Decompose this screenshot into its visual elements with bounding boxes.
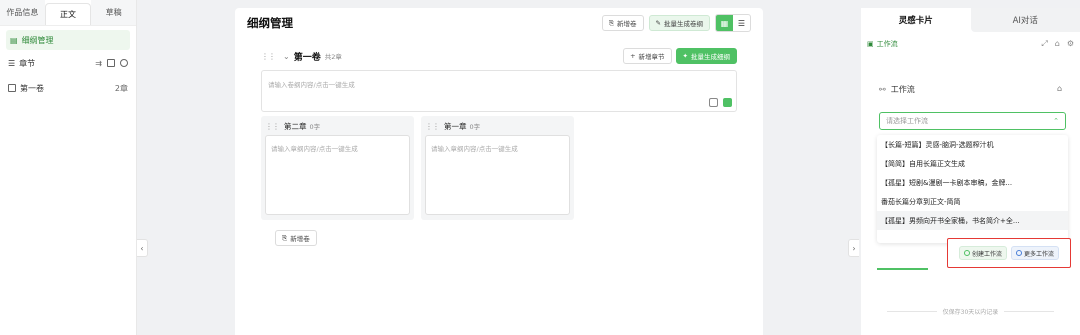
chevron-right-icon: › — [852, 243, 856, 253]
more-circle-icon[interactable] — [120, 58, 128, 67]
page-title: 细纲管理 — [247, 16, 293, 30]
workflow-icon: ▣ — [867, 40, 874, 48]
chapter-outline-placeholder: 请输入章纲内容/点击一键生成 — [431, 145, 518, 153]
divider — [1004, 311, 1055, 312]
add-volume-button[interactable]: ⎘ 新增卷 — [275, 230, 317, 246]
batch-gen-volume-button[interactable]: ✎ 批量生成卷纲 — [648, 15, 710, 31]
workflow-subbar: ▣ 工作流 ⤢ ⌂ ⚙ — [861, 32, 1080, 56]
tab-main-text[interactable]: 正文 — [44, 3, 92, 25]
chevron-up-icon: ⌃ — [1053, 117, 1059, 125]
list-icon: ☰ — [8, 58, 16, 68]
volume-outline-placeholder: 请输入卷纲内容/点击一键生成 — [268, 81, 355, 89]
home-icon[interactable]: ⌂ — [1055, 39, 1060, 49]
workflow-link-icon: ⚯ — [879, 85, 886, 94]
volume-item-count: 2章 — [114, 83, 128, 93]
batch-gen-outline-button[interactable]: ✦ 批量生成细纲 — [675, 48, 737, 64]
grid-circle-icon — [1016, 250, 1022, 256]
plus-icon: + — [630, 52, 636, 60]
tab-draft[interactable]: 草稿 — [91, 0, 137, 25]
nav-volume-item[interactable]: 第一卷 2章 — [0, 78, 136, 98]
list-view-icon[interactable]: ☰ — [733, 15, 750, 31]
drag-handle-icon[interactable]: ⋮⋮ — [425, 122, 440, 131]
chapter-title: 第一章 — [444, 121, 467, 131]
chevron-down-icon[interactable]: ⌄ — [283, 52, 290, 61]
progress-bar — [877, 268, 928, 270]
center-panel: 细纲管理 ⎘ 新增卷 ✎ 批量生成卷纲 ▦ ☰ ⋮⋮ ⌄ 第一卷 共2章 + 新增章节… — [235, 8, 763, 335]
batch-gen-volume-label: 批量生成卷纲 — [664, 20, 703, 28]
history-note: 仅保存30天以内记录 — [861, 307, 1080, 316]
workflow-option[interactable]: 【长篇-短篇】灵感-脑洞-选题榨汁机 — [877, 135, 1068, 154]
volume-title: 第一卷 — [293, 52, 321, 63]
right-panel: 灵感卡片 AI对话 ▣ 工作流 ⤢ ⌂ ⚙ ⚯ 工作流 ⌂ 请选择工作流 ⌃ 【… — [861, 8, 1080, 335]
sort-icon[interactable]: ⇉ — [95, 59, 102, 68]
add-volume-label: 新增卷 — [290, 235, 310, 243]
tab-work-info[interactable]: 作品信息 — [0, 0, 45, 25]
more-workflows-label: 更多工作流 — [1024, 250, 1055, 258]
volume-outline-input[interactable]: 请输入卷纲内容/点击一键生成 — [261, 70, 737, 112]
outline-icon: ▤ — [10, 35, 18, 45]
chapter-title: 第二章 — [284, 121, 307, 131]
settings-icon[interactable]: ⚙ — [1067, 39, 1074, 49]
drag-handle-icon[interactable]: ⋮⋮ — [261, 52, 276, 61]
chapter-outline-input[interactable]: 请输入章纲内容/点击一键生成 — [265, 135, 410, 215]
ai-generate-icon[interactable] — [723, 98, 732, 107]
tab-inspiration-cards[interactable]: 灵感卡片 — [861, 8, 971, 32]
workflow-select[interactable]: 请选择工作流 ⌃ — [879, 112, 1066, 130]
collapse-right-button[interactable]: › — [848, 239, 859, 257]
view-toggle: ▦ ☰ — [715, 14, 751, 32]
workflow-section-title: ⚯ 工作流 — [879, 84, 915, 95]
workflow-sub-label[interactable]: 工作流 — [877, 39, 898, 49]
add-chapter-button[interactable]: + 新增章节 — [623, 48, 672, 64]
sparkle-icon: ✦ — [682, 52, 688, 60]
workflow-option[interactable]: 【孤星】男频向开书全家桶，书名简介+全... — [877, 211, 1068, 230]
workflow-option[interactable]: 【简简】自用长篇正文生成 — [877, 154, 1068, 173]
grid-view-icon[interactable]: ▦ — [716, 15, 733, 31]
new-volume-top-button[interactable]: ⎘ 新增卷 — [601, 15, 644, 31]
batch-gen-outline-label: 批量生成细纲 — [691, 53, 730, 61]
nav-outline-label: 细纲管理 — [21, 35, 54, 45]
left-tabs: 作品信息 正文 草稿 — [0, 0, 137, 26]
collapse-left-button[interactable]: ‹ — [137, 239, 148, 257]
chapter-outline-input[interactable]: 请输入章纲内容/点击一键生成 — [425, 135, 570, 215]
history-note-text: 仅保存30天以内记录 — [942, 309, 999, 316]
workflow-title-text: 工作流 — [890, 85, 915, 94]
plus-circle-icon — [963, 250, 970, 256]
workflow-option[interactable]: 【孤星】短剧&漫剧一卡剧本审稿，金牌... — [877, 173, 1068, 192]
volume-item-label: 第一卷 — [20, 83, 44, 93]
workflow-dropdown: 【长篇-短篇】灵感-脑洞-选题榨汁机 【简简】自用长篇正文生成 【孤星】短剧&漫… — [877, 135, 1068, 243]
chevron-left-icon: ‹ — [140, 243, 144, 253]
more-workflows-button[interactable]: 更多工作流 — [1011, 246, 1060, 260]
chapter-word-count: 0字 — [309, 123, 321, 131]
add-chapter-label: 新增章节 — [638, 53, 665, 61]
expand-icon[interactable]: ⤢ — [1041, 39, 1047, 49]
chapter-word-count: 0字 — [469, 123, 481, 131]
tab-ai-chat[interactable]: AI对话 — [970, 8, 1080, 32]
workflow-select-placeholder: 请选择工作流 — [886, 117, 928, 125]
doc-icon: ⎘ — [282, 233, 288, 242]
add-square-icon[interactable] — [107, 58, 115, 67]
nav-chapters-label: 章节 — [19, 58, 36, 68]
new-volume-top-label: 新增卷 — [617, 20, 637, 28]
chapter-outline-placeholder: 请输入章纲内容/点击一键生成 — [271, 145, 358, 153]
lock-icon[interactable]: ⌂ — [1057, 84, 1062, 93]
volume-count: 共2章 — [324, 53, 342, 61]
workflow-option[interactable]: 番茄长篇分章到正文-简简 — [877, 192, 1068, 211]
left-panel: 作品信息 正文 草稿 ▤ 细纲管理 ☰ 章节 ⇉ 第一卷 2章 — [0, 0, 137, 335]
edit-icon[interactable] — [709, 98, 718, 107]
create-workflow-label: 创建工作流 — [971, 250, 1002, 258]
chapter-card: ⋮⋮ 第二章 0字 请输入章纲内容/点击一键生成 — [261, 116, 414, 220]
pen-icon: ✎ — [655, 19, 661, 27]
nav-outline-management[interactable]: ▤ 细纲管理 — [6, 30, 130, 50]
divider — [886, 311, 937, 312]
chapter-card: ⋮⋮ 第一章 0字 请输入章纲内容/点击一键生成 — [421, 116, 574, 220]
volume-header: ⋮⋮ ⌄ 第一卷 共2章 + 新增章节 ✦ 批量生成细纲 — [261, 47, 737, 65]
workflow-actions: 创建工作流 更多工作流 — [947, 238, 1071, 268]
collapse-square-icon[interactable] — [8, 84, 16, 92]
nav-chapters[interactable]: ☰ 章节 ⇉ — [0, 53, 136, 73]
create-workflow-button[interactable]: 创建工作流 — [958, 246, 1007, 260]
drag-handle-icon[interactable]: ⋮⋮ — [265, 122, 280, 131]
doc-icon: ⎘ — [608, 18, 615, 27]
